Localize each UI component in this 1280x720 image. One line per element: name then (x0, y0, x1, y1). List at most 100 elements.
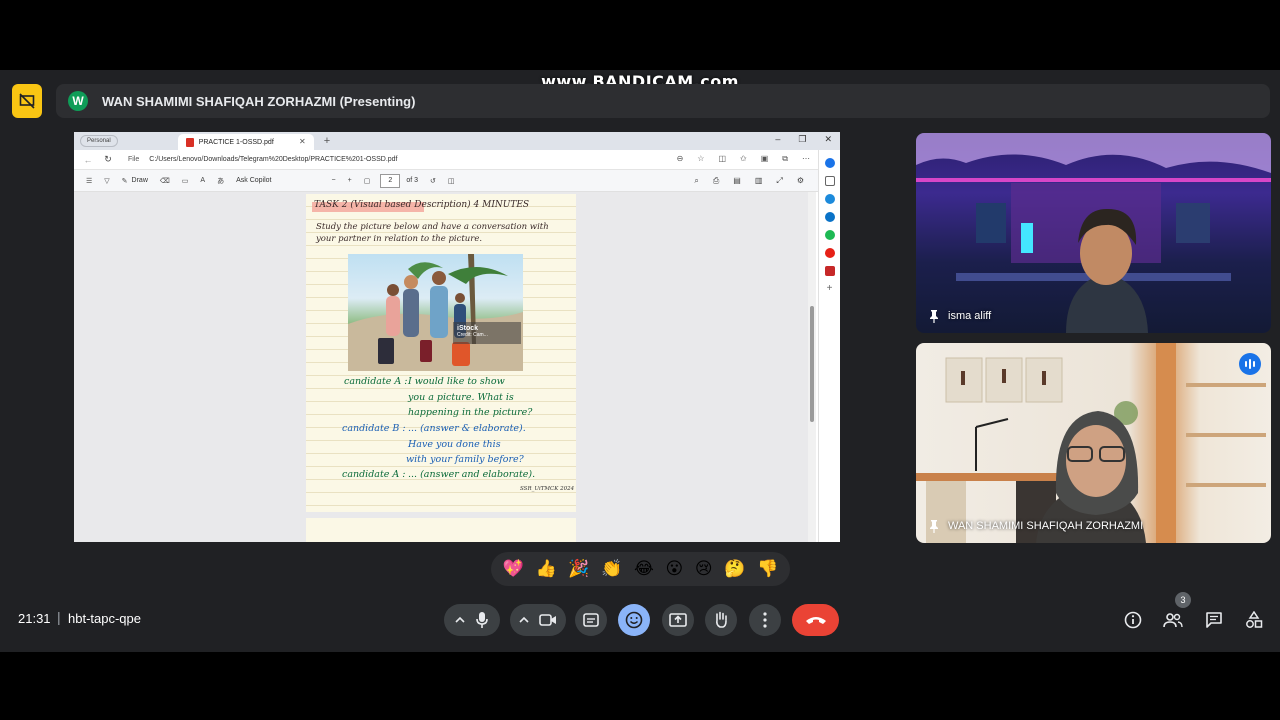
participant-name-text: isma aliff (948, 310, 992, 322)
split-screen-icon[interactable]: ◫ (718, 154, 726, 164)
call-end-icon (805, 617, 826, 624)
emoji-button[interactable] (618, 604, 650, 636)
pdf-viewer[interactable]: TASK 2 (Visual based Description) 4 MINU… (74, 192, 810, 542)
dialogue-line-5: Have you done this (408, 439, 501, 450)
favorite-star-icon[interactable]: ☆ (697, 154, 704, 164)
draw-label[interactable]: Draw (132, 177, 148, 184)
browser-tab[interactable]: PRACTICE 1-OSSD.pdf ✕ (177, 134, 314, 150)
address-actions: ⊖ ☆ ◫ ✩ ▣ ⧉ ⋯ (677, 154, 810, 164)
minimize-icon[interactable]: – (775, 134, 780, 145)
fullscreen-icon[interactable]: ⤢ (776, 176, 782, 186)
add-sidebar-icon[interactable]: + (825, 284, 835, 294)
pdf-scrollbar[interactable] (808, 192, 816, 542)
dialogue-line-4: ... (answer & elaborate). (408, 423, 526, 434)
url-field[interactable]: File C:/Users/Lenovo/Downloads/Telegram%… (128, 153, 398, 167)
activities-button[interactable] (1243, 609, 1265, 631)
pdf-toolbar: ☰ ▽ ✎ Draw ⌫ ▭ A あ Ask Copilot − + ▢ 2 o… (74, 170, 840, 192)
shared-screen: Personal PRACTICE 1-OSSD.pdf ✕ + – ❐ ✕ ←… (74, 132, 840, 542)
save-icon[interactable]: ▤ (733, 176, 741, 186)
presenting-banner: W WAN SHAMIMI SHAFIQAH ZORHAZMI (Present… (56, 84, 1270, 118)
dialogue-line-6: with your family before? (406, 454, 524, 465)
read-aloud-icon[interactable]: A (200, 177, 205, 184)
rotate-icon[interactable]: ↺ (430, 177, 436, 185)
ask-copilot-label[interactable]: Ask Copilot (236, 177, 271, 184)
favorites-icon[interactable]: ✩ (740, 154, 747, 164)
highlight-icon[interactable]: ▽ (104, 177, 109, 185)
mic-control[interactable] (444, 604, 500, 636)
participants-count-badge: 3 (1175, 592, 1191, 608)
pdf-app-icon[interactable] (824, 266, 835, 276)
pin-icon (930, 310, 938, 323)
present-button[interactable] (662, 604, 694, 636)
dialogue-speaker-3: candidate A : (342, 469, 406, 480)
fit-page-icon[interactable]: ▢ (364, 177, 371, 185)
meeting-time: 21:31 (18, 611, 51, 626)
youtube-icon[interactable] (824, 248, 835, 258)
reaction-thumbs-down[interactable]: 👎 (757, 560, 778, 578)
view-icon[interactable]: ▭ (182, 177, 189, 185)
reaction-sparkling-heart[interactable]: 💖 (503, 560, 524, 578)
task-heading: TASK 2 (Visual based Description) 4 MINU… (314, 200, 530, 210)
present-screen-icon (669, 613, 687, 627)
contents-icon[interactable]: ☰ (86, 177, 92, 185)
reaction-crying[interactable]: 😢 (695, 560, 713, 578)
search-sidebar-icon[interactable] (824, 176, 835, 186)
scrollbar-thumb[interactable] (810, 306, 814, 422)
menu-dots-icon[interactable]: ⋯ (802, 154, 810, 164)
copilot-icon[interactable] (824, 158, 835, 168)
url-scheme: File (128, 156, 140, 163)
reaction-party-popper[interactable]: 🎉 (568, 560, 589, 578)
raise-hand-icon (716, 611, 727, 628)
spotify-icon[interactable] (824, 230, 835, 240)
print-icon[interactable]: ⎙ (713, 176, 719, 186)
profile-button[interactable]: Personal (80, 135, 118, 147)
dialogue-line-2: you a picture. What is (408, 392, 514, 403)
page-view-icon[interactable]: ◫ (448, 177, 455, 185)
presenting-icon[interactable] (12, 84, 42, 118)
page-number-input[interactable]: 2 (380, 173, 401, 188)
reaction-clapping[interactable]: 👏 (601, 560, 622, 578)
zoom-out-icon[interactable]: − (332, 177, 336, 184)
participant-tile-wan-shamimi[interactable]: WAN SHAMIMI SHAFIQAH ZORHAZMI (916, 343, 1271, 543)
chat-button[interactable] (1203, 609, 1225, 631)
draw-icon[interactable]: ✎ (122, 177, 128, 185)
zoom-icon[interactable]: ⊖ (677, 154, 684, 164)
more-vert-icon (763, 612, 767, 628)
leave-call-button[interactable] (792, 604, 839, 636)
info-icon (1124, 611, 1142, 629)
search-icon[interactable]: ⌕ (694, 176, 698, 186)
back-icon[interactable]: ← (82, 155, 94, 165)
window-close-icon[interactable]: ✕ (824, 134, 832, 145)
profile-label: Personal (87, 138, 111, 144)
camera-control[interactable] (510, 604, 566, 636)
address-bar: ← ↻ File C:/Users/Lenovo/Downloads/Teleg… (74, 150, 840, 170)
presenter-avatar: W (68, 91, 88, 111)
reaction-thinking[interactable]: 🤔 (724, 560, 745, 578)
reaction-surprised[interactable]: 😮 (666, 560, 684, 578)
restore-icon[interactable]: ❐ (798, 134, 806, 145)
zoom-in-icon[interactable]: + (348, 177, 352, 184)
tools-icon[interactable] (824, 194, 835, 204)
tab-close-icon[interactable]: ✕ (299, 137, 306, 146)
reactions-bar: 💖 👍 🎉 👏 😂 😮 😢 🤔 👎 (491, 552, 790, 586)
collections-icon[interactable]: ▣ (761, 154, 769, 164)
reaction-thumbs-up[interactable]: 👍 (536, 560, 557, 578)
erase-icon[interactable]: ⌫ (160, 177, 170, 185)
raise-hand-button[interactable] (705, 604, 737, 636)
instruction-line-2: your partner in relation to the picture. (316, 234, 483, 244)
translate-icon[interactable]: あ (217, 176, 224, 186)
extensions-icon[interactable]: ⧉ (782, 154, 788, 164)
captions-button[interactable] (575, 604, 607, 636)
tab-title: PRACTICE 1-OSSD.pdf (198, 138, 274, 146)
refresh-icon[interactable]: ↻ (102, 154, 114, 165)
settings-icon[interactable]: ⚙ (797, 176, 804, 186)
meeting-info-button[interactable] (1122, 609, 1144, 631)
reaction-joy[interactable]: 😂 (634, 560, 654, 578)
save-as-icon[interactable]: ▥ (755, 176, 763, 186)
people-button[interactable] (1162, 609, 1184, 631)
new-tab-icon[interactable]: + (324, 135, 330, 147)
more-options-button[interactable] (749, 604, 781, 636)
meeting-code[interactable]: hbt-tapc-qpe (68, 611, 141, 626)
participant-tile-isma[interactable]: isma aliff (916, 133, 1271, 333)
outlook-icon[interactable] (824, 212, 835, 222)
